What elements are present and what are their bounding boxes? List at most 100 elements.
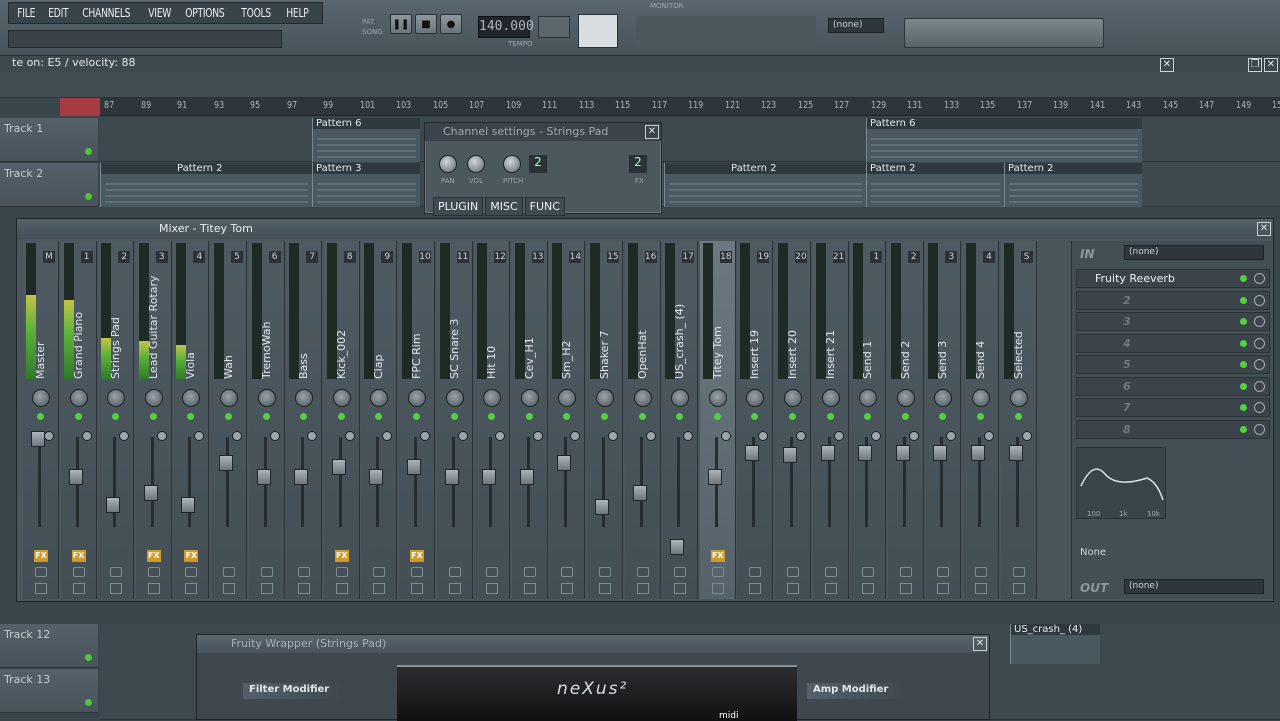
fx-enable-led[interactable] bbox=[1240, 361, 1247, 368]
fx-enable-led[interactable] bbox=[1240, 318, 1247, 325]
stereo-knob[interactable] bbox=[796, 431, 806, 441]
volume-fader[interactable] bbox=[933, 445, 948, 461]
fx-slot[interactable]: 8 bbox=[1076, 419, 1270, 439]
record-arm-icon[interactable] bbox=[674, 583, 687, 594]
menu-view[interactable]: VIEW bbox=[144, 3, 175, 23]
mute-led[interactable] bbox=[977, 413, 984, 420]
mute-led[interactable] bbox=[413, 413, 420, 420]
pan-knob[interactable] bbox=[182, 389, 201, 407]
track-label-13[interactable]: Track 13 bbox=[0, 669, 98, 713]
volume-fader[interactable] bbox=[632, 485, 647, 501]
mute-led[interactable] bbox=[563, 413, 571, 420]
fx-enable-led[interactable] bbox=[1240, 425, 1247, 433]
stop-button[interactable]: ■ bbox=[415, 14, 437, 34]
record-arm-icon[interactable] bbox=[335, 583, 348, 594]
volume-fader[interactable] bbox=[971, 445, 985, 461]
mixer-strip[interactable]: 2 Strings Pad bbox=[98, 241, 135, 599]
record-arm-icon[interactable] bbox=[824, 583, 837, 594]
mixer-strip[interactable]: 12 Hit 10 bbox=[474, 241, 511, 599]
mute-led[interactable] bbox=[85, 193, 92, 200]
output-icon[interactable] bbox=[749, 567, 762, 577]
pan-knob[interactable] bbox=[370, 389, 389, 407]
volume-fader[interactable] bbox=[31, 431, 45, 447]
volume-fader[interactable] bbox=[106, 497, 121, 513]
close-icon[interactable]: ✕ bbox=[1257, 222, 1271, 236]
volume-fader[interactable] bbox=[783, 447, 797, 463]
volume-fader[interactable] bbox=[68, 469, 83, 485]
record-arm-icon[interactable] bbox=[561, 583, 574, 594]
mixer-strip[interactable]: 17 US_crash_ (4) bbox=[662, 241, 699, 599]
mix-knob[interactable] bbox=[1254, 402, 1265, 413]
record-arm-icon[interactable] bbox=[749, 583, 762, 594]
stereo-knob[interactable] bbox=[81, 431, 92, 441]
output-icon[interactable] bbox=[599, 567, 611, 577]
stereo-knob[interactable] bbox=[758, 431, 769, 441]
toggle-panel[interactable] bbox=[636, 16, 816, 48]
tab-func[interactable]: FUNC bbox=[524, 197, 565, 216]
mute-led[interactable] bbox=[713, 413, 721, 420]
fx-slot[interactable]: 3 bbox=[1076, 312, 1270, 331]
fx-slot[interactable]: 5 bbox=[1076, 355, 1270, 374]
mixer-strip[interactable]: 7 Bass bbox=[286, 241, 323, 599]
close-icon[interactable]: ✕ bbox=[973, 637, 987, 651]
pan-knob[interactable] bbox=[972, 389, 990, 407]
close-icon[interactable]: ✕ bbox=[645, 125, 659, 139]
output-icon[interactable] bbox=[975, 567, 987, 577]
volume-fader[interactable] bbox=[519, 469, 534, 485]
stereo-knob[interactable] bbox=[833, 431, 844, 441]
record-arm-icon[interactable] bbox=[448, 583, 461, 594]
volume-fader[interactable] bbox=[707, 469, 722, 485]
fx-slot[interactable]: 4 bbox=[1076, 333, 1270, 353]
menu-options[interactable]: OPTIONS bbox=[181, 3, 229, 23]
mute-led[interactable] bbox=[525, 413, 533, 420]
mute-led[interactable] bbox=[337, 413, 345, 420]
stereo-knob[interactable] bbox=[608, 431, 618, 441]
pan-knob[interactable] bbox=[257, 389, 276, 407]
mute-led[interactable] bbox=[37, 413, 44, 420]
fx-channel[interactable]: 2 bbox=[629, 155, 647, 173]
stereo-knob[interactable] bbox=[382, 431, 393, 441]
record-arm-icon[interactable] bbox=[975, 583, 987, 594]
output-icon[interactable] bbox=[561, 567, 574, 577]
pan-knob[interactable] bbox=[596, 389, 614, 407]
track-lane-1[interactable]: Pattern 6 Pattern 6 bbox=[100, 118, 1280, 162]
record-arm-icon[interactable] bbox=[899, 583, 912, 594]
mute-led[interactable] bbox=[450, 413, 458, 420]
record-arm-icon[interactable] bbox=[72, 583, 85, 594]
fx-slot[interactable]: 6 bbox=[1076, 376, 1270, 396]
pan-knob[interactable] bbox=[32, 389, 50, 407]
pattern-clip[interactable]: Pattern 3 bbox=[312, 163, 420, 207]
mix-knob[interactable] bbox=[1254, 316, 1265, 327]
record-arm-icon[interactable] bbox=[147, 583, 160, 594]
mute-led[interactable] bbox=[375, 413, 383, 420]
record-arm-icon[interactable] bbox=[35, 583, 47, 594]
volume-fader[interactable] bbox=[745, 445, 760, 461]
mute-led[interactable] bbox=[85, 148, 92, 155]
mute-led[interactable] bbox=[901, 413, 909, 420]
output-icon[interactable] bbox=[787, 567, 799, 577]
pan-knob[interactable] bbox=[408, 389, 426, 407]
record-arm-icon[interactable] bbox=[486, 583, 499, 594]
pan-knob[interactable] bbox=[520, 389, 539, 407]
mixer-strip[interactable]: 4 Viola FX bbox=[173, 241, 210, 599]
pan-knob[interactable] bbox=[558, 389, 577, 407]
mix-knob[interactable] bbox=[1254, 294, 1265, 306]
mixer-strip[interactable]: 13 Cev_H1 bbox=[511, 241, 548, 599]
output-icon[interactable] bbox=[35, 567, 47, 577]
volume-fader[interactable] bbox=[407, 459, 421, 475]
stereo-knob[interactable] bbox=[119, 431, 130, 441]
mixer-strip[interactable]: 11 SC Snare 3 bbox=[436, 241, 473, 599]
tab-misc[interactable]: MISC bbox=[485, 197, 523, 216]
record-arm-icon[interactable] bbox=[298, 583, 311, 594]
fx-enable-led[interactable] bbox=[1240, 382, 1247, 390]
record-arm-icon[interactable] bbox=[185, 583, 198, 594]
fx-icon[interactable]: FX bbox=[184, 550, 199, 562]
output-icon[interactable] bbox=[862, 567, 875, 577]
loop-marker[interactable] bbox=[60, 98, 100, 116]
mute-led[interactable] bbox=[225, 413, 232, 420]
fx-icon[interactable]: FX bbox=[710, 550, 725, 562]
pan-knob[interactable] bbox=[708, 389, 727, 407]
record-button[interactable]: ● bbox=[440, 14, 462, 34]
output-icon[interactable] bbox=[448, 567, 461, 577]
pattern-clip[interactable]: Pattern 2 bbox=[664, 163, 866, 207]
